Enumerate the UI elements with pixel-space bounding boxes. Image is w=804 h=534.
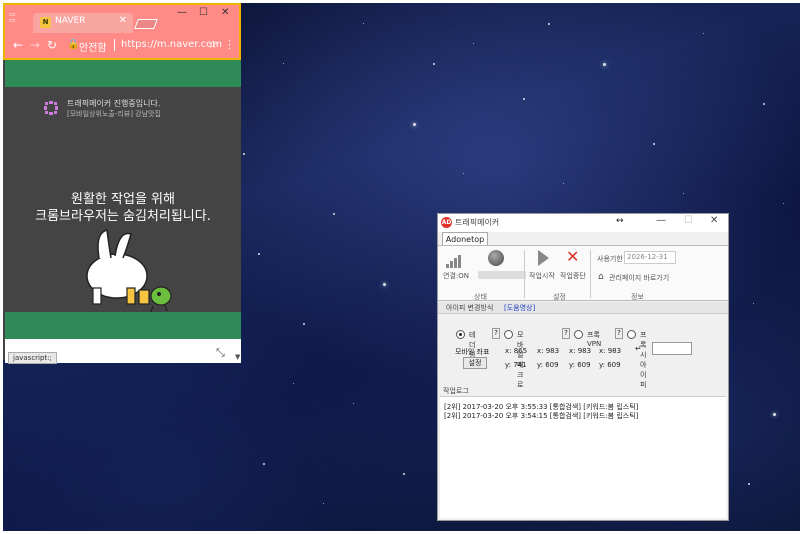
tm-maximize-icon[interactable]: ☐: [684, 215, 693, 226]
start-button[interactable]: 작업시작: [529, 271, 555, 281]
url-separator: [114, 39, 115, 51]
traffic-maker-window: AD 트래픽메이커 ↔ — ☐ ✕ Adonetop 연결:ON 상태 작업시작…: [437, 213, 729, 521]
resize-arrows-icon: ↔: [616, 216, 624, 226]
url-text: https://m.naver.com: [121, 39, 223, 50]
chrome-window: ▭ ▭ N NAVER ✕ — ☐ ✕ ← → ↻ 🔒 안전함 https://…: [3, 3, 241, 364]
tab-strip: ▭ ▭ N NAVER ✕ — ☐ ✕: [5, 5, 239, 33]
minimize-icon[interactable]: —: [177, 7, 187, 18]
signal-icon: [446, 252, 464, 268]
tab-title: NAVER: [55, 16, 86, 26]
forward-icon[interactable]: →: [30, 38, 40, 52]
globe-icon: [488, 250, 504, 266]
admin-page-link[interactable]: 관리페이지 바로가기: [609, 273, 669, 283]
coord-x-2: x: 983: [537, 347, 560, 355]
radio-vpn[interactable]: [574, 330, 583, 339]
tm-titlebar: AD 트래픽메이커 ↔ — ☐ ✕: [438, 214, 728, 232]
reload-icon[interactable]: ↻: [47, 38, 57, 52]
ribbon-tab-adonetop[interactable]: Adonetop: [442, 232, 488, 246]
ribbon-separator: [524, 250, 525, 298]
return-arrow-icon: ↵: [635, 344, 642, 353]
group-settings-label: 설정: [553, 293, 566, 301]
profile-icon[interactable]: ▭ ▭: [9, 11, 21, 24]
ip-change-tab[interactable]: 아이피 변경방식: [446, 303, 493, 313]
lock-icon: 🔒: [67, 39, 80, 50]
play-icon[interactable]: [538, 250, 549, 266]
stop-button[interactable]: 작업중단: [560, 271, 586, 281]
star-icon[interactable]: ☆: [208, 38, 218, 51]
group-status-label: 상태: [474, 293, 487, 301]
mobile-coords-label: 모바일 좌표: [455, 348, 490, 356]
log-line: [2위] 2017-03-20 오후 3:54:15 [통합검색] [키워드:봄…: [444, 412, 639, 420]
omnibox-row: ← → ↻ 🔒 안전함 https://m.naver.com ☆ ⋮: [5, 33, 239, 59]
back-icon[interactable]: ←: [13, 38, 23, 52]
naver-favicon-icon: N: [40, 17, 51, 28]
ip-change-section-bar: 아이피 변경방식 [도움영상]: [438, 302, 728, 314]
ribbon-separator: [590, 250, 591, 298]
connection-status: 연결:ON: [443, 272, 469, 280]
expiry-label: 사용기한: [597, 255, 623, 263]
coord-y-2: y: 609: [537, 361, 559, 369]
help-button-3[interactable]: ?: [615, 328, 623, 339]
tm-window-title: 트래픽메이커: [455, 218, 500, 227]
coord-y-4: y: 609: [599, 361, 621, 369]
tm-close-icon[interactable]: ✕: [710, 215, 718, 226]
address-bar[interactable]: 🔒 안전함 https://m.naver.com ☆: [65, 37, 225, 55]
radio-vpn-label: 프록VPN: [587, 331, 602, 348]
secure-label: 안전함: [79, 43, 107, 54]
maximize-icon[interactable]: ☐: [199, 7, 208, 18]
expiry-date-field: 2026-12-31: [624, 251, 676, 264]
radio-mobile-macro[interactable]: [504, 330, 513, 339]
menu-icon[interactable]: ⋮: [224, 38, 235, 51]
coord-x-3: x: 983: [569, 347, 592, 355]
log-header: 작업로그: [443, 387, 469, 395]
ip-address-redacted: [478, 271, 526, 279]
running-keyword-text: [모바일상위노출-리뷰] 강남맛집: [67, 110, 161, 118]
help-video-link[interactable]: [도움영상]: [504, 303, 535, 313]
radio-proxy-ip[interactable]: [627, 330, 636, 339]
character-illustration: [86, 229, 172, 313]
new-tab-button[interactable]: [134, 19, 158, 29]
notice-line-2: 크롬브라우저는 숨김처리됩니다.: [35, 209, 211, 224]
help-button-1[interactable]: ?: [492, 328, 500, 339]
expand-icon[interactable]: ⤡: [216, 346, 225, 360]
coord-x-1: x: 865: [505, 347, 528, 355]
scroll-down-icon[interactable]: ▼: [235, 353, 240, 361]
traffic-maker-spinner-icon: [44, 101, 58, 115]
radio-proxy-ip-label: 프록시아이피: [640, 331, 647, 389]
coord-y-3: y: 609: [569, 361, 591, 369]
group-info-label: 정보: [631, 293, 644, 301]
coord-x-4: x: 983: [599, 347, 622, 355]
coord-y-1: y: 741: [505, 361, 527, 369]
chrome-toolbar-highlight: ▭ ▭ N NAVER ✕ — ☐ ✕ ← → ↻ 🔒 안전함 https://…: [3, 3, 241, 60]
log-panel[interactable]: [2위] 2017-03-20 오후 3:55:33 [통합검색] [키워드:봄…: [440, 396, 726, 518]
tm-minimize-icon[interactable]: —: [656, 215, 666, 226]
stop-icon[interactable]: ✕: [566, 247, 579, 266]
coords-set-button[interactable]: 설정: [463, 357, 487, 369]
tab-naver[interactable]: N NAVER ✕: [33, 13, 133, 33]
screenshot-frame: ▭ ▭ N NAVER ✕ — ☐ ✕ ← → ↻ 🔒 안전함 https://…: [0, 0, 804, 534]
status-bubble: javascript:;: [8, 352, 57, 364]
running-status-text: 트래픽메이커 진행중입니다.: [67, 99, 161, 108]
app-logo-icon: AD: [441, 217, 452, 228]
page-bottom-banner: [5, 312, 241, 339]
home-icon: ⌂: [598, 272, 604, 282]
coord-extra-input[interactable]: [652, 342, 692, 355]
ribbon: 연결:ON 상태 작업시작 ✕ 작업중단 설정 사용기한 2026-12-31 …: [438, 245, 728, 301]
radio-tethering[interactable]: [456, 330, 465, 339]
close-window-icon[interactable]: ✕: [221, 7, 229, 18]
page-top-banner: [5, 60, 241, 88]
tab-close-icon[interactable]: ✕: [119, 15, 127, 26]
radio-mobile-macro-label: 모바일 매크로: [517, 331, 524, 389]
help-button-2[interactable]: ?: [562, 328, 570, 339]
